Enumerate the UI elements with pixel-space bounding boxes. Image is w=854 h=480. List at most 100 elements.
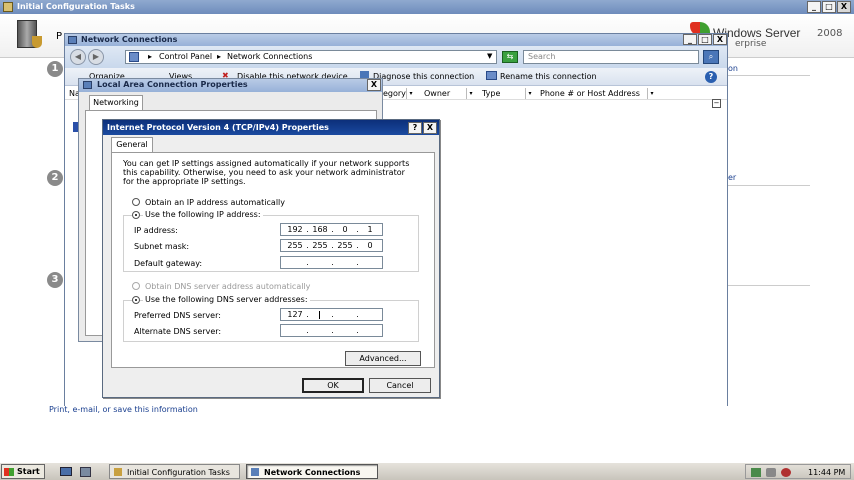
mask-octet-3: 255 <box>337 241 353 250</box>
subnet-mask-input[interactable]: 255 . 255 . 255 . 0 <box>280 239 383 252</box>
taskbar: Start Initial Configuration Tasks Networ… <box>0 462 854 480</box>
use-following-dns-label[interactable]: Use the following DNS server addresses: <box>143 295 310 304</box>
start-button[interactable]: Start <box>1 464 45 479</box>
step-1-number: 1 <box>51 63 59 74</box>
pref-dns-dot-3: . <box>356 310 359 319</box>
forward-button[interactable]: ▶ <box>88 49 104 65</box>
alternate-dns-input[interactable]: . . . <box>280 324 383 337</box>
column-category[interactable]: egory <box>383 88 406 100</box>
address-dropdown-icon[interactable]: ▼ <box>487 52 492 60</box>
server-manager-icon[interactable] <box>80 467 91 477</box>
divider-right-2 <box>728 185 810 186</box>
ipv4-tab-general[interactable]: General <box>111 137 153 153</box>
ipv4-description-line-3: for the appropriate IP settings. <box>123 177 246 186</box>
text-cursor <box>319 311 320 319</box>
column-phone-dropdown-icon[interactable]: ▾ <box>647 88 656 99</box>
show-desktop-icon[interactable] <box>60 467 72 476</box>
lan-tab-networking[interactable]: Networking <box>89 95 143 111</box>
netconn-minimize-button[interactable]: _ <box>683 34 697 45</box>
lan-tab-label: Networking <box>93 98 139 107</box>
help-icon[interactable]: ? <box>705 71 717 83</box>
gateway-dot-3: . <box>356 258 359 267</box>
diagnose-button[interactable]: Diagnose this connection <box>373 72 474 81</box>
clock[interactable]: 11:44 PM <box>808 468 845 477</box>
ip-address-input[interactable]: 192 . 168 . 0 . 1 <box>280 223 383 236</box>
maximize-button[interactable]: □ <box>822 1 836 13</box>
column-type-dropdown-icon[interactable]: ▾ <box>525 88 534 99</box>
cancel-button[interactable]: Cancel <box>369 378 431 393</box>
obtain-dns-auto-label[interactable]: Obtain DNS server address automatically <box>145 282 310 291</box>
lan-titlebar[interactable]: Local Area Connection Properties X <box>79 79 382 92</box>
netconn-close-button[interactable]: X <box>713 34 727 45</box>
obtain-ip-auto-radio[interactable] <box>132 198 140 206</box>
column-owner-dropdown-icon[interactable]: ▾ <box>466 88 475 99</box>
lan-title: Local Area Connection Properties <box>97 80 248 89</box>
obtain-ip-auto-label[interactable]: Obtain an IP address automatically <box>145 198 285 207</box>
use-following-dns-radio[interactable] <box>132 296 140 304</box>
back-button[interactable]: ◀ <box>70 49 86 65</box>
refresh-button[interactable]: ⇆ <box>502 51 518 63</box>
lan-icon <box>83 81 92 89</box>
step-2-number: 2 <box>51 172 59 183</box>
rename-button[interactable]: Rename this connection <box>500 72 597 81</box>
column-category-dropdown-icon[interactable]: ▾ <box>406 88 415 99</box>
step-1-badge: 1 <box>47 61 63 77</box>
address-bar[interactable]: ▸ Control Panel ▸ Network Connections ▼ <box>125 50 497 64</box>
breadcrumb-sep-1: ▸ <box>148 52 153 61</box>
default-gateway-input[interactable]: . . . <box>280 256 383 269</box>
pref-dns-dot-1: . <box>306 310 309 319</box>
search-input[interactable]: Search <box>523 50 699 64</box>
column-owner[interactable]: Owner <box>424 88 450 100</box>
ipv4-close-button[interactable]: X <box>423 122 437 134</box>
column-phone-host[interactable]: Phone # or Host Address <box>540 88 640 100</box>
mask-octet-1: 255 <box>287 241 303 250</box>
link-right-2[interactable]: er <box>728 173 736 182</box>
netconn-title: Network Connections <box>81 35 178 44</box>
use-following-ip-label[interactable]: Use the following IP address: <box>143 210 263 219</box>
ipv4-titlebar[interactable]: Internet Protocol Version 4 (TCP/IPv4) P… <box>103 120 439 135</box>
collapse-group-icon[interactable]: − <box>712 99 721 108</box>
taskbar-item-network-connections[interactable]: Network Connections <box>246 464 378 479</box>
mask-octet-2: 255 <box>312 241 328 250</box>
ok-button[interactable]: OK <box>302 378 364 393</box>
obtain-dns-auto-radio[interactable] <box>132 282 140 290</box>
default-gateway-label: Default gateway: <box>134 259 203 268</box>
alt-dns-dot-3: . <box>356 326 359 335</box>
print-email-link[interactable]: Print, e-mail, or save this information <box>49 405 198 414</box>
rename-icon <box>486 71 497 80</box>
close-button[interactable]: X <box>837 1 851 13</box>
lan-close-button[interactable]: X <box>367 79 381 91</box>
pref-dns-octet-1: 127 <box>287 310 303 319</box>
netconn-titlebar[interactable]: Network Connections _ □ X <box>65 34 727 46</box>
breadcrumb-network-connections[interactable]: Network Connections <box>227 52 312 61</box>
gateway-dot-2: . <box>331 258 334 267</box>
alternate-dns-label: Alternate DNS server: <box>134 327 222 336</box>
taskbar-item-initial-config-label: Initial Configuration Tasks <box>127 468 230 477</box>
column-type[interactable]: Type <box>482 88 500 100</box>
preferred-dns-input[interactable]: 127 . . . <box>280 308 383 321</box>
taskbar-item-initial-config[interactable]: Initial Configuration Tasks <box>109 464 240 479</box>
initial-config-task-icon <box>114 468 122 476</box>
taskbar-item-network-connections-label: Network Connections <box>264 468 361 477</box>
tray-security-icon[interactable] <box>781 468 791 477</box>
initial-config-titlebar[interactable]: Initial Configuration Tasks _ □ X <box>0 0 854 14</box>
brand-edition: erprise <box>735 39 767 49</box>
ipv4-help-button[interactable]: ? <box>408 122 422 134</box>
header-partial-text: P <box>56 31 63 42</box>
tray-volume-icon[interactable] <box>766 468 776 477</box>
breadcrumb-control-panel[interactable]: Control Panel <box>159 52 212 61</box>
use-following-ip-radio[interactable] <box>132 211 140 219</box>
ipv4-dialog: Internet Protocol Version 4 (TCP/IPv4) P… <box>102 119 440 398</box>
breadcrumb-sep-2: ▸ <box>217 52 222 61</box>
search-button[interactable]: ⌕ <box>703 50 719 64</box>
advanced-button[interactable]: Advanced... <box>345 351 421 366</box>
windows-flag-icon <box>4 468 14 476</box>
netconn-maximize-button[interactable]: □ <box>698 34 712 45</box>
ip-octet-2: 168 <box>312 225 328 234</box>
link-right-1[interactable]: on <box>728 64 738 73</box>
minimize-button[interactable]: _ <box>807 1 821 13</box>
ipv4-description-line-2: this capability. Otherwise, you need to … <box>123 168 405 177</box>
tray-network-icon[interactable] <box>751 468 761 477</box>
shield-icon <box>32 36 42 48</box>
network-connections-task-icon <box>251 468 259 476</box>
